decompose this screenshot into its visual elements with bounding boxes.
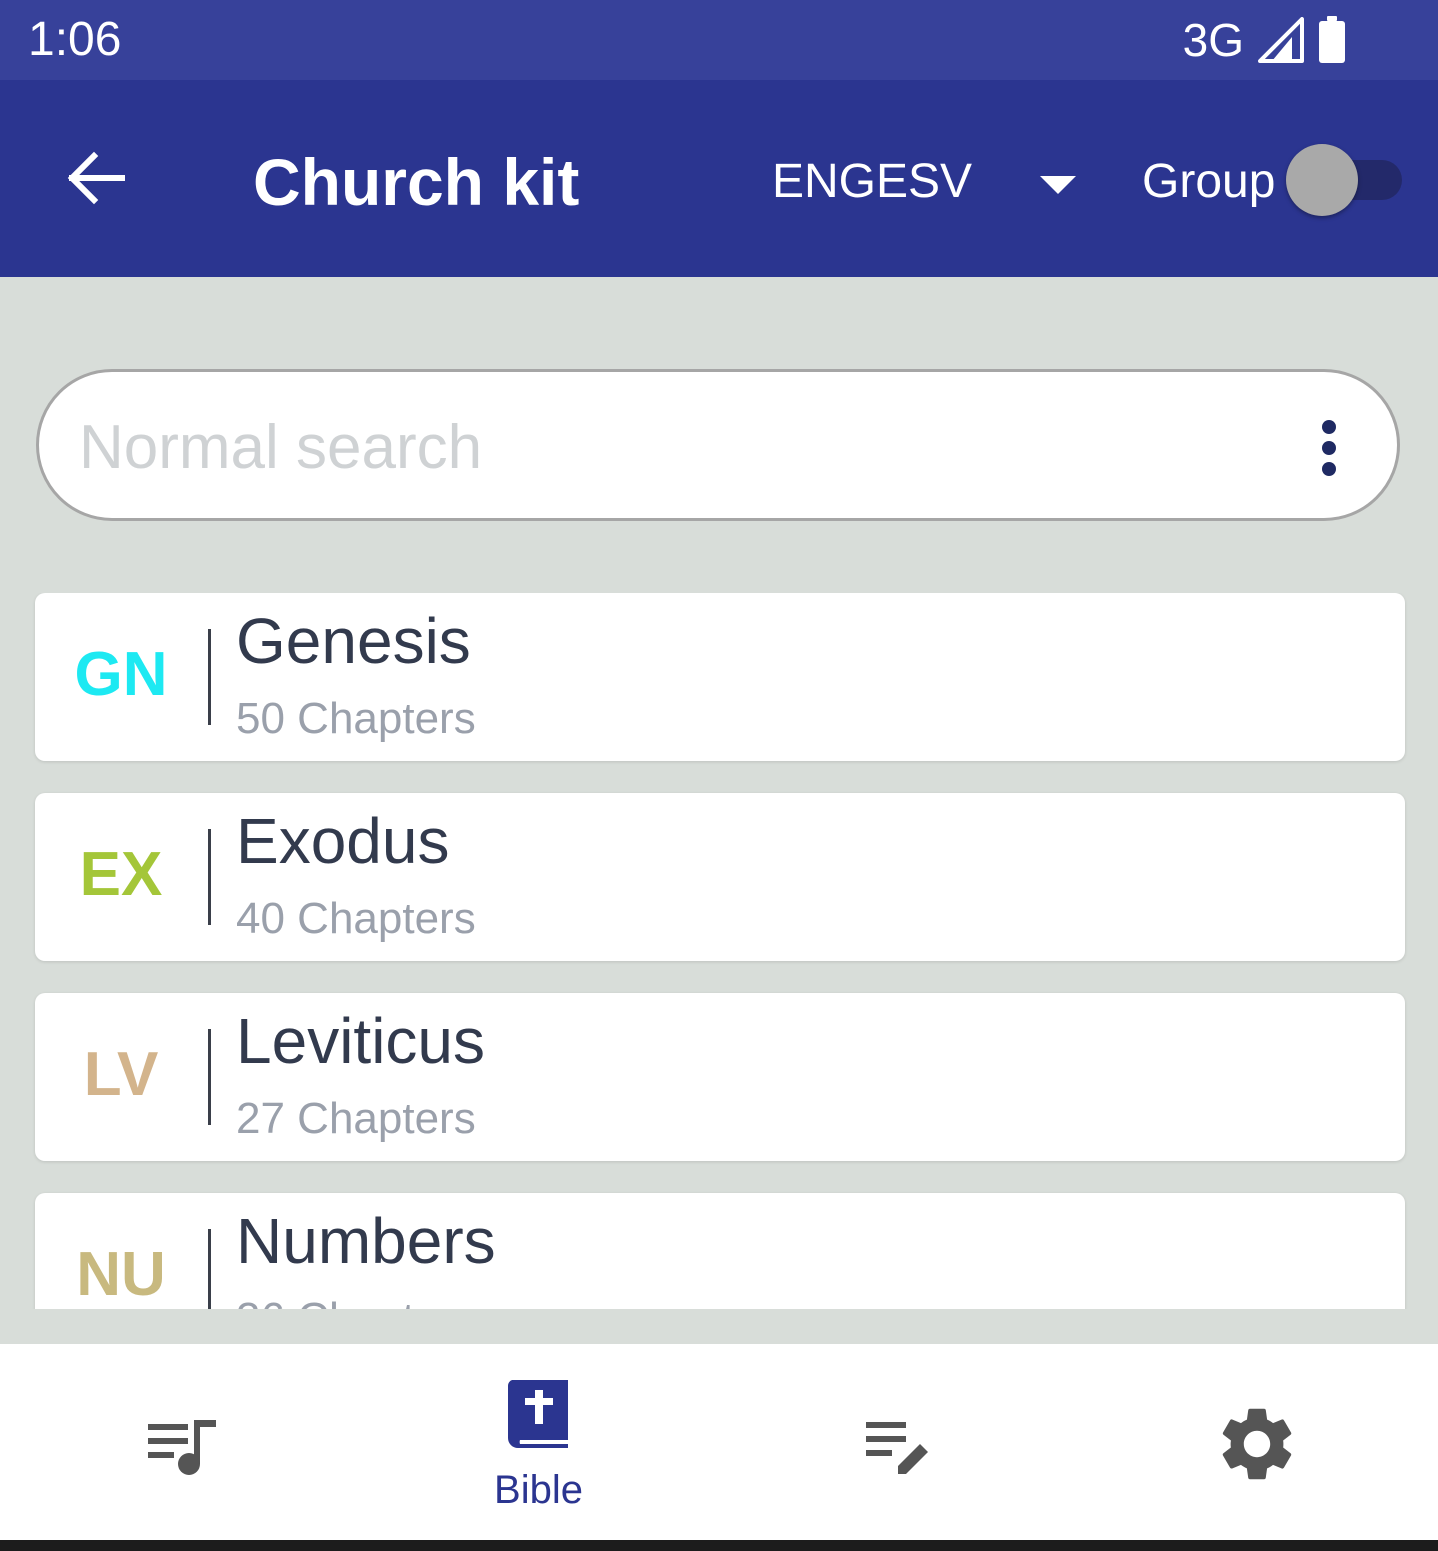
divider xyxy=(208,629,211,725)
divider xyxy=(208,1229,211,1309)
book-name: Numbers xyxy=(236,1205,496,1277)
playlist-music-icon xyxy=(147,1420,216,1475)
toggle-thumb xyxy=(1286,144,1358,216)
version-dropdown[interactable]: ENGESV xyxy=(772,150,1082,214)
book-item-leviticus[interactable]: LV Leviticus 27 Chapters xyxy=(35,993,1405,1161)
version-selected-value: ENGESV xyxy=(772,155,973,208)
status-bar: 1:06 3G xyxy=(0,0,1438,80)
book-item-genesis[interactable]: GN Genesis 50 Chapters xyxy=(35,593,1405,761)
book-name: Leviticus xyxy=(236,1005,485,1077)
book-chapter-count: 50 Chapters xyxy=(236,694,476,743)
bottom-navigation: Bible xyxy=(0,1344,1438,1540)
status-indicators: 3G xyxy=(1183,12,1346,68)
book-chapter-count: 40 Chapters xyxy=(236,894,476,943)
book-chapter-count: 27 Chapters xyxy=(236,1094,476,1143)
nav-item-settings[interactable] xyxy=(1077,1344,1436,1540)
gear-icon xyxy=(1222,1408,1291,1480)
app-title: Church kit xyxy=(253,145,580,219)
playlist-edit-icon xyxy=(865,1422,928,1474)
status-time: 1:06 xyxy=(28,13,122,66)
app-bar: Church kit ENGESV Group xyxy=(0,80,1438,277)
search-bar xyxy=(36,369,1400,521)
book-abbreviation: EX xyxy=(79,840,163,909)
book-abbreviation: LV xyxy=(83,1040,159,1109)
group-toggle[interactable] xyxy=(1286,144,1404,216)
system-gesture-bar xyxy=(0,1540,1438,1551)
book-item-numbers[interactable]: NU Numbers 36 Chapters xyxy=(35,1193,1405,1309)
caret-down-icon xyxy=(1040,176,1076,194)
more-vert-icon xyxy=(1322,420,1336,476)
cell-signal-icon xyxy=(1258,17,1304,63)
book-name: Genesis xyxy=(236,605,471,677)
bible-icon xyxy=(507,1380,568,1448)
arrow-left-icon xyxy=(67,151,125,205)
nav-item-bible[interactable]: Bible xyxy=(359,1344,718,1540)
divider xyxy=(208,1029,211,1125)
network-type: 3G xyxy=(1182,14,1244,66)
back-button[interactable] xyxy=(56,138,136,218)
divider xyxy=(208,829,211,925)
book-chapter-count: 36 Chapters xyxy=(236,1291,476,1309)
search-input[interactable] xyxy=(79,402,1279,492)
book-abbreviation: GN xyxy=(74,640,168,709)
battery-icon xyxy=(1319,16,1345,63)
search-options-button[interactable] xyxy=(1301,408,1357,488)
nav-label-bible: Bible xyxy=(494,1468,583,1512)
nav-item-songs[interactable] xyxy=(0,1344,359,1540)
book-list: GN Genesis 50 Chapters EX Exodus 40 Chap… xyxy=(0,593,1438,1309)
book-item-exodus[interactable]: EX Exodus 40 Chapters xyxy=(35,793,1405,961)
book-abbreviation: NU xyxy=(76,1240,166,1309)
nav-item-notes[interactable] xyxy=(718,1344,1077,1540)
book-name: Exodus xyxy=(236,805,450,877)
group-label: Group xyxy=(1142,155,1276,208)
